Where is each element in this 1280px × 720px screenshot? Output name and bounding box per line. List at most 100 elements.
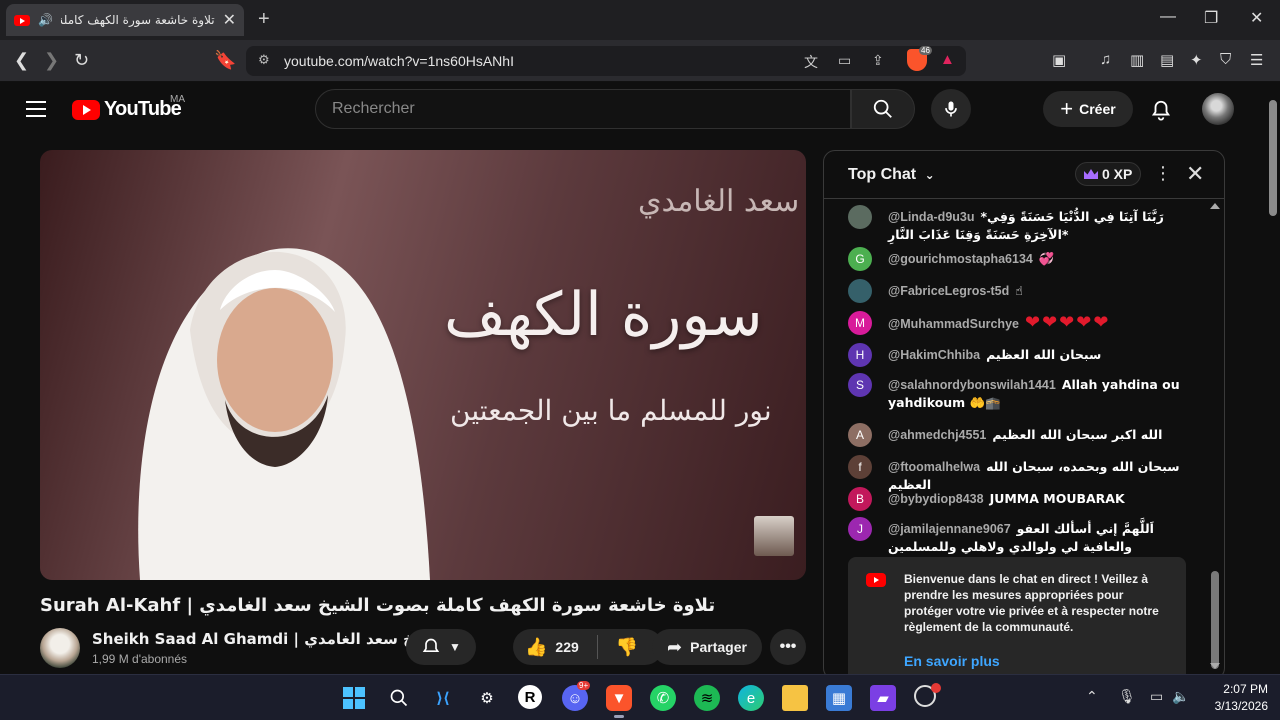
chat-author-avatar: M bbox=[848, 311, 872, 335]
tab-close-icon[interactable]: ✕ bbox=[223, 10, 236, 30]
channel-avatar[interactable] bbox=[40, 628, 80, 668]
wallet-icon[interactable]: ▤ bbox=[1160, 51, 1174, 69]
account-avatar[interactable] bbox=[1202, 93, 1234, 125]
address-bar[interactable]: ⚙ youtube.com/watch?v=1ns60HsANhI bbox=[246, 46, 966, 76]
brave-browser-icon[interactable]: ▼ bbox=[606, 685, 632, 711]
chat-author[interactable]: @MuhammadSurchye bbox=[888, 317, 1019, 331]
search-input[interactable]: Rechercher bbox=[315, 89, 851, 129]
menu-icon[interactable]: ☰ bbox=[1250, 51, 1263, 69]
thumbs-up-icon: 👍 bbox=[525, 636, 548, 657]
scroll-up-icon[interactable] bbox=[1210, 203, 1220, 209]
chat-author[interactable]: @ahmedchj4551 bbox=[888, 428, 986, 442]
page-scrollbar[interactable] bbox=[1266, 88, 1280, 668]
chat-message[interactable]: G @gourichmostapha6134 💞 bbox=[848, 247, 1188, 271]
translate-icon[interactable]: 文 bbox=[804, 52, 818, 72]
chat-author[interactable]: @jamilajennane9067 bbox=[888, 522, 1011, 536]
spotify-icon[interactable]: ≋ bbox=[694, 685, 720, 711]
app-icon[interactable]: ⚙ bbox=[474, 685, 500, 711]
chat-message[interactable]: H @HakimChhiba سبحان الله العظيم bbox=[848, 343, 1188, 367]
youtube-logo[interactable]: YouTube MA bbox=[72, 94, 185, 121]
chat-scrollbar-thumb[interactable] bbox=[1211, 571, 1219, 669]
subscription-bell-button[interactable]: ▼ bbox=[406, 629, 476, 665]
chat-message[interactable]: M @MuhammadSurchye ❤❤❤❤❤ bbox=[848, 311, 1188, 335]
learn-more-link[interactable]: En savoir plus bbox=[904, 653, 1170, 669]
xp-badge[interactable]: 0 XP bbox=[1075, 162, 1142, 186]
bookmark-icon[interactable]: 🔖 bbox=[214, 50, 236, 71]
new-tab-icon[interactable]: + bbox=[258, 8, 270, 31]
back-icon[interactable]: ❮ bbox=[14, 50, 29, 71]
voice-search-button[interactable] bbox=[931, 89, 971, 129]
dislike-button[interactable]: 👎 bbox=[616, 637, 638, 658]
channel-watermark[interactable] bbox=[754, 516, 794, 556]
video-editor-icon[interactable]: ▰ bbox=[870, 685, 896, 711]
chat-author[interactable]: @FabriceLegros-t5d bbox=[888, 284, 1009, 298]
chat-author[interactable]: @ftoomalhelwa bbox=[888, 460, 980, 474]
chat-text: الله اكبر سبحان الله العظيم bbox=[992, 427, 1163, 442]
banner-text: Bienvenue dans le chat en direct ! Veill… bbox=[904, 572, 1159, 634]
browser-tab-bar: 🔊 تلاوة خاشعة سورة الكهف كاملة ✕ + — ❐ ✕ bbox=[0, 0, 1280, 40]
chat-author[interactable]: @salahnordybonswilah1441 bbox=[888, 378, 1056, 392]
create-button[interactable]: + Créer bbox=[1043, 91, 1133, 127]
site-info-icon[interactable]: ⚙ bbox=[258, 52, 270, 68]
video-title: تلاوة خاشعة سورة الكهف كاملة بصوت الشيخ … bbox=[40, 595, 716, 616]
chat-more-options-icon[interactable]: ⋮ bbox=[1154, 163, 1172, 184]
chat-close-icon[interactable]: ✕ bbox=[1186, 161, 1204, 187]
vscode-icon[interactable]: ⟩⟨ bbox=[430, 685, 456, 711]
reader-mode-icon[interactable]: ▣ bbox=[1052, 51, 1066, 69]
system-clock[interactable]: 2:07 PM 3/13/2026 bbox=[1200, 681, 1268, 715]
chat-message[interactable]: @FabriceLegros-t5d ☝ bbox=[848, 279, 1188, 303]
file-explorer-icon[interactable] bbox=[782, 685, 808, 711]
start-menu-icon[interactable] bbox=[343, 687, 365, 709]
reload-icon[interactable]: ↻ bbox=[74, 50, 89, 71]
chat-message[interactable]: S @salahnordybonswilah1441 Allah yahdina … bbox=[848, 373, 1188, 412]
cast-icon[interactable]: ▭ bbox=[838, 52, 851, 69]
subscriber-count: 1,99 M d'abonnés bbox=[92, 652, 188, 666]
maximize-icon[interactable]: ❐ bbox=[1204, 8, 1218, 28]
chat-header: Top Chat ⌄ 0 XP ⋮ ✕ bbox=[824, 151, 1224, 199]
search-button[interactable] bbox=[851, 89, 915, 129]
page-scrollbar-thumb[interactable] bbox=[1269, 100, 1277, 216]
chat-author[interactable]: @bybydiop8438 bbox=[888, 492, 984, 506]
more-actions-button[interactable]: ••• bbox=[770, 629, 806, 665]
search-taskbar-icon[interactable] bbox=[386, 685, 412, 711]
leo-ai-icon[interactable]: ✦ bbox=[1190, 51, 1203, 69]
tray-overflow-icon[interactable]: ⌃ bbox=[1086, 688, 1098, 705]
share-page-icon[interactable]: ⇪ bbox=[872, 52, 884, 69]
vpn-icon[interactable]: ⛉ bbox=[1220, 51, 1231, 68]
minimize-icon[interactable]: — bbox=[1160, 8, 1176, 26]
r-app-icon[interactable]: R bbox=[518, 685, 542, 709]
like-button[interactable]: 👍 229 bbox=[525, 637, 579, 658]
sidebar-icon[interactable]: ▥ bbox=[1130, 51, 1144, 69]
edge-icon[interactable]: e bbox=[738, 685, 764, 711]
chat-message[interactable]: B @bybydiop8438 JUMMA MOUBARAK bbox=[848, 487, 1188, 511]
scroll-down-icon[interactable] bbox=[1210, 663, 1220, 669]
whatsapp-icon[interactable]: ✆ bbox=[650, 685, 676, 711]
chat-author[interactable]: @gourichmostapha6134 bbox=[888, 252, 1033, 266]
window-close-icon[interactable]: ✕ bbox=[1250, 8, 1263, 28]
brave-rewards-icon[interactable]: ▲ bbox=[940, 51, 955, 68]
chat-scrollbar[interactable] bbox=[1210, 203, 1220, 669]
guide-menu-icon[interactable] bbox=[26, 101, 46, 122]
browser-tab[interactable]: 🔊 تلاوة خاشعة سورة الكهف كاملة ✕ bbox=[6, 4, 244, 36]
chat-mode-selector[interactable]: Top Chat ⌄ bbox=[848, 166, 935, 184]
microsoft-store-icon[interactable]: ▦ bbox=[826, 685, 852, 711]
media-icon[interactable]: ♫ bbox=[1100, 51, 1111, 68]
brave-badge: 46 bbox=[919, 46, 932, 55]
network-icon[interactable]: ▭ bbox=[1150, 688, 1163, 705]
share-button[interactable]: ➦ Partager bbox=[652, 629, 762, 665]
chat-author[interactable]: @Linda-d9u3u bbox=[888, 210, 975, 224]
url-text: youtube.com/watch?v=1ns60HsANhI bbox=[284, 53, 514, 69]
forward-icon[interactable]: ❯ bbox=[44, 50, 59, 71]
video-player[interactable]: سعد الغامدي سورة الكهف نور للمسلم ما بين… bbox=[40, 150, 806, 580]
microphone-tray-icon[interactable]: 🎙 bbox=[1118, 688, 1136, 705]
notifications-bell-icon[interactable] bbox=[1150, 98, 1172, 122]
chat-author[interactable]: @HakimChhiba bbox=[888, 348, 980, 362]
volume-icon[interactable]: 🔈 bbox=[1172, 688, 1189, 705]
chat-message[interactable]: A @ahmedchj4551 الله اكبر سبحان الله العظ… bbox=[848, 423, 1188, 447]
chat-message[interactable]: @Linda-d9u3u *رَبَّنَا آتِنَا فِي الدُّنْ… bbox=[848, 205, 1188, 244]
chat-text: ❤❤❤❤❤ bbox=[1024, 312, 1111, 333]
clock-date: 3/13/2026 bbox=[1214, 699, 1268, 713]
video-calligraphy-subtitle: نور للمسلم ما بين الجمعتين bbox=[450, 394, 772, 427]
chevron-down-icon: ▼ bbox=[449, 640, 461, 654]
speaker-icon[interactable]: 🔊 bbox=[38, 13, 53, 27]
